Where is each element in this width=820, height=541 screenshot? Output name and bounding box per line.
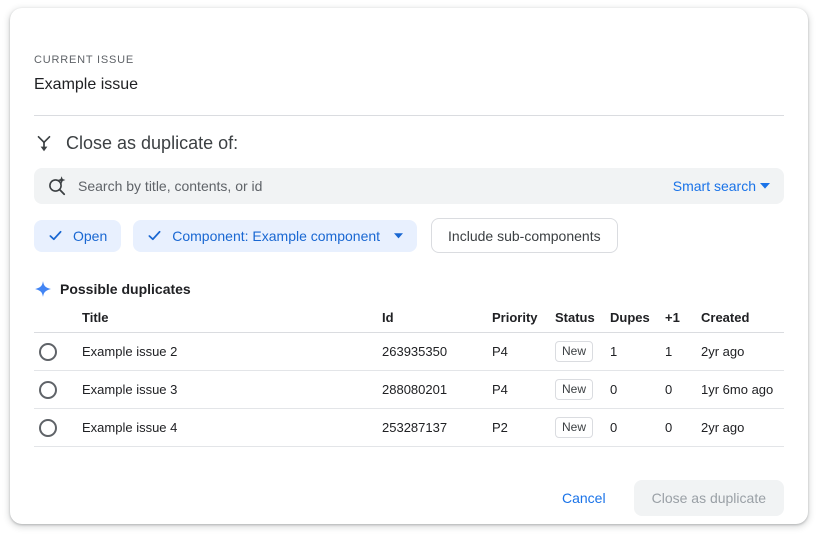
chevron-down-icon bbox=[760, 183, 770, 189]
cell-plus-one: 0 bbox=[665, 420, 701, 435]
cell-created: 2yr ago bbox=[701, 420, 784, 435]
column-header-plus-one: +1 bbox=[665, 310, 701, 325]
smart-search-label: Smart search bbox=[673, 178, 756, 194]
possible-duplicates-title: Possible duplicates bbox=[60, 281, 191, 297]
filter-chip-component-label: Component: Example component bbox=[172, 228, 380, 244]
sparkle-icon bbox=[34, 280, 52, 298]
search-bar[interactable]: Smart search bbox=[34, 168, 784, 204]
smart-search-icon bbox=[46, 175, 68, 197]
cell-dupes: 0 bbox=[610, 382, 665, 397]
table-row[interactable]: Example issue 4 253287137 P2 New 0 0 2yr… bbox=[34, 409, 784, 447]
cell-priority: P4 bbox=[492, 382, 555, 397]
merge-icon bbox=[34, 134, 54, 154]
status-badge: New bbox=[555, 417, 593, 438]
column-header-created: Created bbox=[701, 310, 784, 325]
filter-chip-open-label: Open bbox=[73, 228, 107, 244]
status-badge: New bbox=[555, 341, 593, 362]
divider bbox=[34, 115, 784, 116]
cell-dupes: 1 bbox=[610, 344, 665, 359]
cell-id: 288080201 bbox=[382, 382, 492, 397]
cell-priority: P4 bbox=[492, 344, 555, 359]
check-icon bbox=[147, 228, 162, 243]
cell-id: 263935350 bbox=[382, 344, 492, 359]
filter-chip-component[interactable]: Component: Example component bbox=[133, 220, 417, 252]
possible-duplicates-table: Title Id Priority Status Dupes +1 Create… bbox=[34, 302, 784, 447]
cell-title: Example issue 4 bbox=[82, 420, 382, 435]
cell-created: 2yr ago bbox=[701, 344, 784, 359]
current-issue-title: Example issue bbox=[34, 76, 784, 94]
close-as-duplicate-button[interactable]: Close as duplicate bbox=[634, 480, 784, 516]
include-sub-components-button[interactable]: Include sub-components bbox=[431, 218, 618, 253]
cell-title: Example issue 2 bbox=[82, 344, 382, 359]
check-icon bbox=[48, 228, 63, 243]
close-as-duplicate-dialog: CURRENT ISSUE Example issue Close as dup… bbox=[10, 8, 808, 524]
column-header-dupes: Dupes bbox=[610, 310, 665, 325]
smart-search-dropdown[interactable]: Smart search bbox=[673, 178, 770, 194]
dialog-heading: Close as duplicate of: bbox=[66, 133, 238, 154]
search-input[interactable] bbox=[78, 178, 663, 194]
current-issue-label: CURRENT ISSUE bbox=[34, 54, 784, 66]
table-header-row: Title Id Priority Status Dupes +1 Create… bbox=[34, 302, 784, 333]
cell-plus-one: 0 bbox=[665, 382, 701, 397]
column-header-title: Title bbox=[82, 310, 382, 325]
table-row[interactable]: Example issue 3 288080201 P4 New 0 0 1yr… bbox=[34, 371, 784, 409]
column-header-id: Id bbox=[382, 310, 492, 325]
column-header-status: Status bbox=[555, 310, 610, 325]
radio-select-issue[interactable] bbox=[39, 381, 57, 399]
cell-dupes: 0 bbox=[610, 420, 665, 435]
cell-title: Example issue 3 bbox=[82, 382, 382, 397]
table-row[interactable]: Example issue 2 263935350 P4 New 1 1 2yr… bbox=[34, 333, 784, 371]
cell-id: 253287137 bbox=[382, 420, 492, 435]
radio-select-issue[interactable] bbox=[39, 419, 57, 437]
radio-select-issue[interactable] bbox=[39, 343, 57, 361]
cancel-button[interactable]: Cancel bbox=[560, 482, 608, 514]
filter-chip-open[interactable]: Open bbox=[34, 220, 121, 252]
cell-plus-one: 1 bbox=[665, 344, 701, 359]
status-badge: New bbox=[555, 379, 593, 400]
cell-created: 1yr 6mo ago bbox=[701, 382, 784, 397]
cell-priority: P2 bbox=[492, 420, 555, 435]
column-header-priority: Priority bbox=[492, 310, 555, 325]
chevron-down-icon bbox=[394, 233, 403, 239]
